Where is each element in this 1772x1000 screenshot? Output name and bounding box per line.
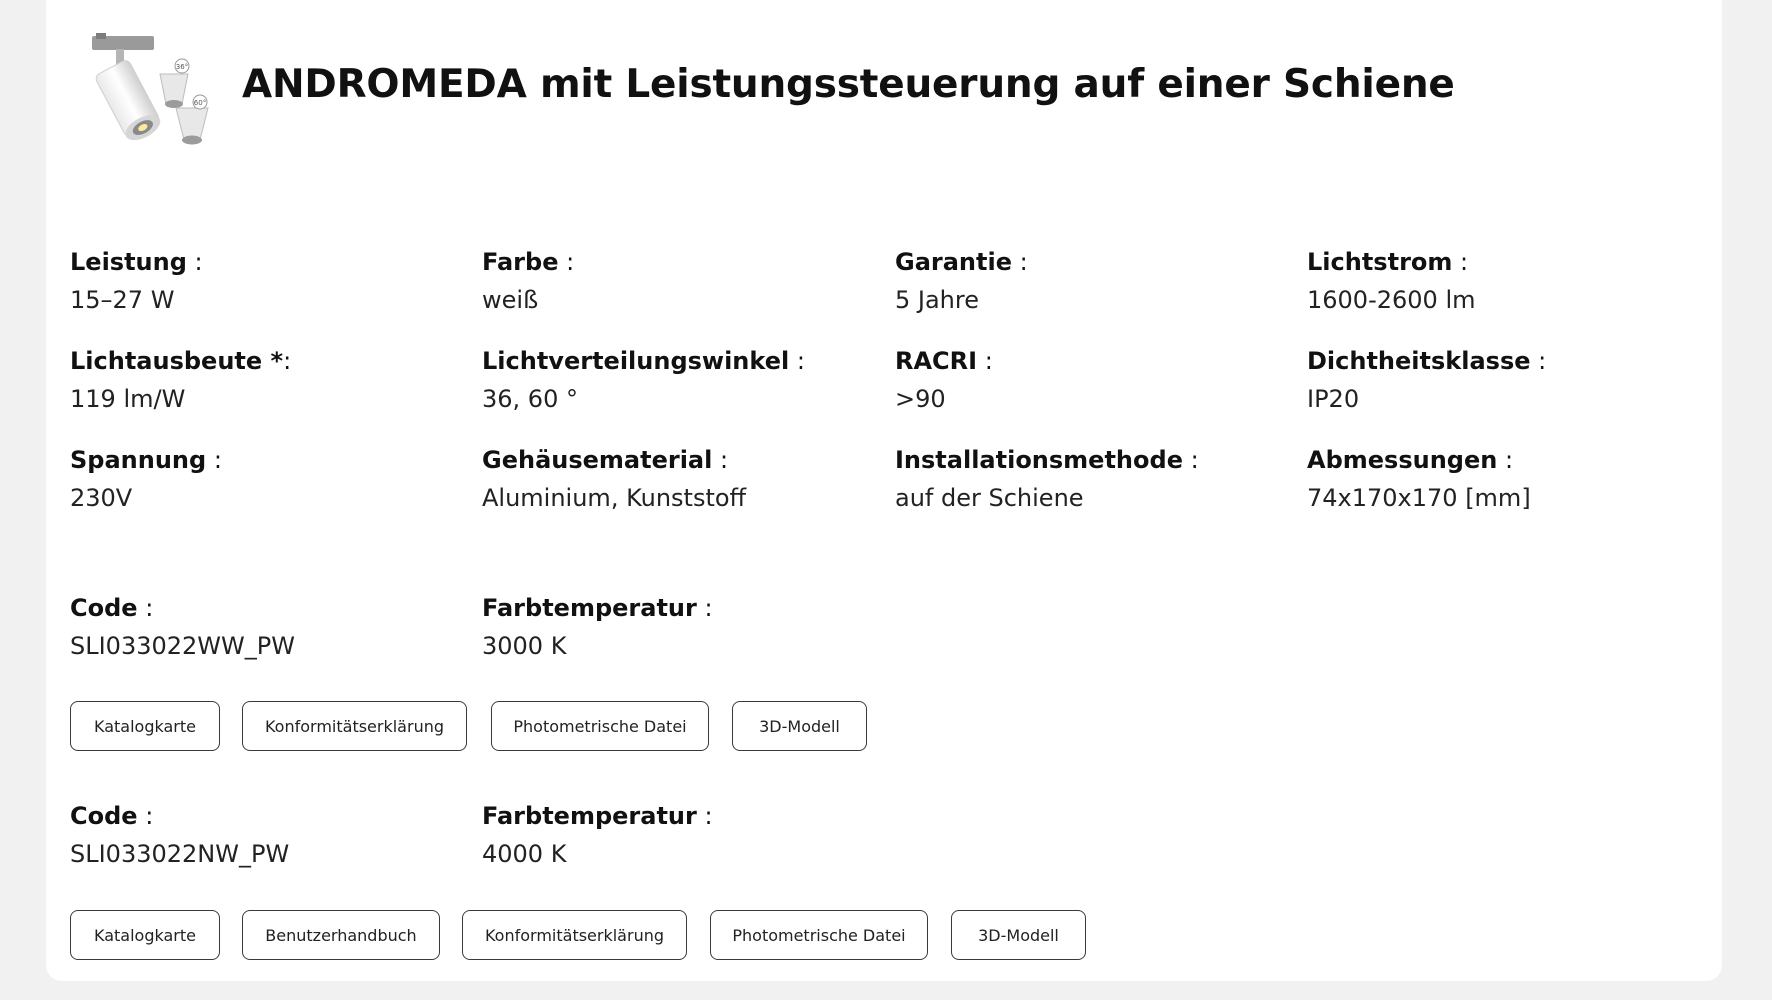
spec-value: 74x170x170 [mm] — [1307, 484, 1531, 512]
spec-label: Leistung : — [70, 248, 203, 276]
code-label: Code : — [70, 594, 154, 622]
spec-gehaeusematerial: Gehäusematerial : Aluminium, Kunststoff — [482, 445, 882, 513]
spec-label: Spannung : — [70, 446, 222, 474]
spec-value: 230V — [70, 484, 133, 512]
spec-value: IP20 — [1307, 385, 1360, 413]
color-temperature-label: Farbtemperatur : — [482, 802, 713, 830]
spec-lichtverteilungswinkel: Lichtverteilungswinkel : 36, 60 ° — [482, 346, 882, 414]
variant-1-code: Code : SLI033022WW_PW — [70, 593, 470, 661]
spec-value: 119 lm/W — [70, 385, 186, 413]
spec-racri: RACRI : >90 — [895, 346, 1295, 414]
photometric-file-button[interactable]: Photometrische Datei — [710, 910, 928, 960]
spec-value: auf der Schiene — [895, 484, 1084, 512]
spec-garantie: Garantie : 5 Jahre — [895, 247, 1295, 315]
spec-dichtheitsklasse: Dichtheitsklasse : IP20 — [1307, 346, 1707, 414]
code-value: SLI033022NW_PW — [70, 840, 290, 868]
declaration-of-conformity-button[interactable]: Konformitätserklärung — [462, 910, 687, 960]
svg-text:60°: 60° — [194, 99, 206, 107]
track-spotlight-product-image: 36° 60° — [92, 33, 209, 145]
spec-value: 5 Jahre — [895, 286, 979, 314]
spec-value: 15–27 W — [70, 286, 175, 314]
spec-label: Farbe : — [482, 248, 575, 276]
spec-label: RACRI : — [895, 347, 993, 375]
code-value: SLI033022WW_PW — [70, 632, 295, 660]
variant-1-color-temperature: Farbtemperatur : 3000 K — [482, 593, 882, 661]
spec-label: Dichtheitsklasse : — [1307, 347, 1547, 375]
variant-2-color-temperature: Farbtemperatur : 4000 K — [482, 801, 882, 869]
page-title: ANDROMEDA mit Leistungssteuerung auf ein… — [242, 62, 1455, 107]
catalog-card-button[interactable]: Katalogkarte — [70, 701, 220, 751]
color-temperature-label: Farbtemperatur : — [482, 594, 713, 622]
spec-installationsmethode: Installationsmethode : auf der Schiene — [895, 445, 1295, 513]
declaration-of-conformity-button[interactable]: Konformitätserklärung — [242, 701, 467, 751]
variant-2-code: Code : SLI033022NW_PW — [70, 801, 470, 869]
3d-model-button[interactable]: 3D-Modell — [951, 910, 1086, 960]
photometric-file-button[interactable]: Photometrische Datei — [491, 701, 709, 751]
color-temperature-value: 3000 K — [482, 632, 567, 660]
spec-value: 36, 60 ° — [482, 385, 578, 413]
spec-value: Aluminium, Kunststoff — [482, 484, 747, 512]
user-manual-button[interactable]: Benutzerhandbuch — [242, 910, 440, 960]
spec-value: 1600-2600 lm — [1307, 286, 1476, 314]
spec-label: Installationsmethode : — [895, 446, 1199, 474]
catalog-card-button[interactable]: Katalogkarte — [70, 910, 220, 960]
spec-lichtstrom: Lichtstrom : 1600-2600 lm — [1307, 247, 1707, 315]
spec-lichtausbeute: Lichtausbeute *: 119 lm/W — [70, 346, 470, 414]
spec-spannung: Spannung : 230V — [70, 445, 470, 513]
spec-value: weiß — [482, 286, 539, 314]
spec-label: Abmessungen : — [1307, 446, 1514, 474]
spec-label: Garantie : — [895, 248, 1028, 276]
spec-leistung: Leistung : 15–27 W — [70, 247, 470, 315]
3d-model-button[interactable]: 3D-Modell — [732, 701, 867, 751]
spec-abmessungen: Abmessungen : 74x170x170 [mm] — [1307, 445, 1707, 513]
color-temperature-value: 4000 K — [482, 840, 567, 868]
spec-label: Lichtstrom : — [1307, 248, 1469, 276]
spec-value: >90 — [895, 385, 946, 413]
spec-label: Lichtverteilungswinkel : — [482, 347, 805, 375]
svg-text:36°: 36° — [176, 63, 188, 71]
spec-farbe: Farbe : weiß — [482, 247, 882, 315]
code-label: Code : — [70, 802, 154, 830]
spec-label: Lichtausbeute *: — [70, 347, 292, 375]
spec-label: Gehäusematerial : — [482, 446, 729, 474]
